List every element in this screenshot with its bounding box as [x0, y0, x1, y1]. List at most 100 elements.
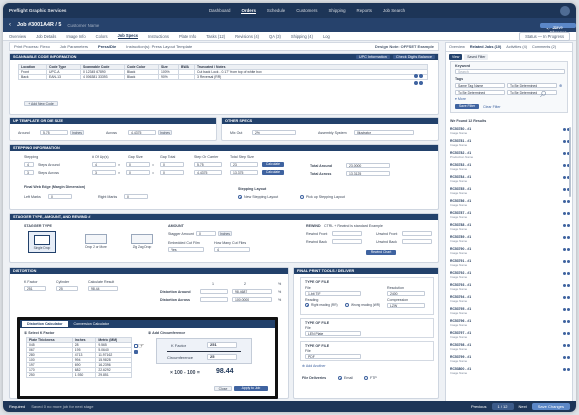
across-units[interactable]: Inches — [158, 130, 172, 135]
tab-log[interactable]: Log — [323, 34, 330, 39]
calc-k-factor-input[interactable]: 251 — [207, 342, 237, 348]
view-icon[interactable] — [563, 344, 566, 347]
keyword-input[interactable]: Search — [455, 69, 565, 74]
subtab-saved-filter[interactable]: Saved Filter — [464, 54, 489, 60]
nav-item-shipping[interactable]: Shipping — [328, 8, 345, 14]
list-item[interactable]: RC53790 - #1 Image Name — [450, 247, 570, 255]
around-units[interactable]: Inches — [70, 130, 84, 135]
view-icon[interactable] — [563, 296, 566, 299]
step-around-input[interactable]: 5.75 — [194, 162, 222, 167]
cell[interactable]: 90% — [158, 74, 179, 80]
tab-rp-overview[interactable]: Overview — [449, 45, 465, 49]
list-item[interactable]: RC53794 - #1 Image Name — [450, 295, 570, 303]
tab-distortion-calculator[interactable]: Distortion Calculator — [22, 321, 68, 327]
tag-select-1[interactable]: Same Tag Name — [455, 83, 505, 88]
close-button[interactable]: Close — [214, 386, 232, 391]
link-icon[interactable] — [567, 368, 570, 371]
save-changes-button[interactable]: Save Changes — [540, 22, 576, 35]
footer-next-button[interactable]: Next — [519, 404, 527, 409]
table-row[interactable]: Back EAN-13 4 006381 33393 Black 90% 3 R… — [18, 74, 428, 80]
add-another-button[interactable]: ⊕ Add Another — [302, 364, 326, 368]
link-icon[interactable] — [567, 284, 570, 287]
view-icon[interactable] — [563, 188, 566, 191]
view-icon[interactable] — [563, 176, 566, 179]
across-input[interactable]: 4.4375 — [128, 130, 156, 135]
add-new-code-button[interactable]: + Add New Code — [24, 101, 58, 106]
clear-filter-link[interactable]: Clear Filter — [483, 105, 501, 109]
view-icon[interactable] — [563, 308, 566, 311]
subtab-press-die[interactable]: Press/Die — [98, 44, 116, 49]
subtab-print-process[interactable]: Print Process: Flexo — [14, 44, 50, 49]
view-icon[interactable] — [563, 356, 566, 359]
avatar[interactable] — [560, 5, 570, 16]
tab-plate-info[interactable]: Plate Info — [179, 34, 196, 39]
view-icon[interactable] — [563, 332, 566, 335]
footer-page-indicator[interactable]: 1 / 12 — [491, 403, 514, 410]
cell[interactable]: 3 Reversal (RR) — [194, 74, 428, 80]
footer-prev-button[interactable]: Previous — [471, 404, 487, 409]
nav-item-schedule[interactable]: Schedule — [267, 8, 285, 14]
cell[interactable]: Black — [124, 74, 159, 80]
file-select[interactable]: 1-bit TIF — [305, 291, 361, 296]
tab-qa[interactable]: QA (3) — [269, 34, 281, 39]
list-item[interactable]: RC53795 - #1 Image Name — [450, 307, 570, 315]
list-item[interactable]: RC53791 - #1 Image Name — [450, 259, 570, 267]
list-item[interactable]: RC53793 - #1 Image Name — [450, 283, 570, 291]
compression-select[interactable]: LZW — [387, 303, 425, 308]
tab-conversion-calculator[interactable]: Conversion Calculator — [69, 321, 114, 327]
link-icon[interactable] — [567, 296, 570, 299]
upc-information-button[interactable]: UPC Information — [355, 55, 390, 59]
email-radio[interactable] — [338, 376, 342, 380]
table-row[interactable]: 250 1.930 29.851 — [26, 372, 132, 378]
tag-select-4[interactable]: To Be Determined — [507, 90, 557, 95]
steps-across-input[interactable]: 3 — [24, 170, 34, 175]
left-marks-input[interactable]: 0 — [48, 194, 72, 199]
unwind-back-input[interactable] — [402, 239, 432, 244]
stagger-drop-two-or-more[interactable]: Drop 2 or More — [76, 231, 116, 253]
list-item[interactable]: RC53789 - #1 Image Name — [450, 235, 570, 243]
distortion-around-2[interactable]: 98.4687 — [232, 289, 272, 294]
list-item[interactable]: RC53797 - #1 Image Name — [450, 331, 570, 339]
cell[interactable]: Back — [18, 74, 47, 80]
stagger-amount-input[interactable]: 0 — [196, 231, 216, 236]
view-icon[interactable] — [563, 236, 566, 239]
tag-select-2[interactable]: To Be Determined — [507, 83, 557, 88]
view-icon[interactable] — [563, 200, 566, 203]
cell[interactable]: 4 006381 33393 — [80, 74, 125, 80]
view-icon[interactable] — [563, 320, 566, 323]
nav-item-dashboard[interactable]: Dashboard — [209, 8, 230, 14]
view-icon[interactable] — [563, 128, 566, 131]
view-icon[interactable] — [563, 368, 566, 371]
calc-circumference-input[interactable]: 25 — [207, 354, 237, 360]
list-item[interactable]: RC53786 - #1 Image Name — [450, 199, 570, 207]
list-item[interactable]: RC53798 - #1 Image Name — [450, 343, 570, 351]
tab-rp-related-jobs[interactable]: Related Jobs (10) — [470, 45, 501, 49]
list-item[interactable]: RC53780 - #1 Image Name — [450, 127, 570, 135]
tab-tasks[interactable]: Tasks (12) — [206, 34, 225, 39]
link-icon[interactable] — [567, 224, 570, 227]
view-icon[interactable] — [563, 284, 566, 287]
cell[interactable]: 29.851 — [95, 372, 132, 378]
cell[interactable]: 250 — [26, 372, 73, 378]
save-filter-button[interactable]: Save Filter — [455, 104, 479, 109]
stagger-amount-units[interactable]: Inches — [218, 231, 232, 236]
back-icon[interactable]: ‹ — [9, 22, 11, 28]
tab-rp-activities[interactable]: Activities (4) — [506, 45, 527, 49]
edit-icon[interactable] — [414, 74, 418, 78]
view-icon[interactable] — [563, 140, 566, 143]
edit-icon[interactable] — [414, 81, 418, 85]
check-digits-button[interactable]: Check Digits Balance — [392, 55, 435, 59]
link-icon[interactable] — [567, 200, 570, 203]
list-item[interactable]: RC53783 - #1 Image Name — [450, 163, 570, 171]
link-icon[interactable] — [567, 248, 570, 251]
list-item[interactable]: RC53800 - #1 Image Name — [450, 367, 570, 375]
scrollbar[interactable] — [569, 127, 571, 197]
view-icon[interactable] — [563, 212, 566, 215]
tab-image-info[interactable]: Image Info — [66, 34, 85, 39]
subtab-job-parameters[interactable]: Job Parameters — [60, 44, 88, 49]
link-icon[interactable] — [567, 344, 570, 347]
assembly-system-select[interactable]: Illustrator — [354, 130, 414, 135]
gap-around-input[interactable]: 0 — [126, 162, 150, 167]
mix-out-select[interactable]: 2% — [252, 130, 296, 135]
cylinder-input[interactable]: 25 — [56, 286, 78, 291]
